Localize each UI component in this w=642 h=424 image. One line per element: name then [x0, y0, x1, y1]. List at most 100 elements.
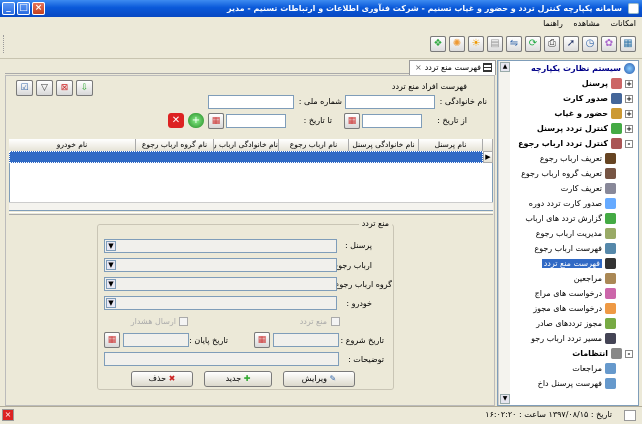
cursor-icon[interactable]: ➚ [563, 36, 579, 52]
tree-item[interactable]: فهرست ارباب رجوع [498, 241, 638, 256]
tree-item[interactable]: مجوز ترددهای صادر [498, 316, 638, 331]
toolbar-grip [3, 35, 6, 53]
window-title: سامانه یکپارچه کنترل تردد و حضور و غیاب … [0, 0, 642, 17]
alert-checkbox[interactable] [179, 317, 188, 326]
expand-icon[interactable]: + [625, 94, 633, 103]
description-input[interactable] [104, 352, 339, 366]
vehicle-combo[interactable]: ▼ [104, 296, 337, 310]
expand-icon[interactable]: + [625, 79, 633, 88]
document-icon[interactable]: ▤ [487, 36, 503, 52]
sun-icon[interactable]: ☀ [468, 36, 484, 52]
menu-tools[interactable]: امکانات [610, 19, 636, 28]
menu-help[interactable]: راهنما [543, 19, 563, 28]
tree-item[interactable]: + کنترل تردد پرسنل [498, 121, 638, 136]
table-row[interactable] [9, 151, 483, 163]
start-date-input[interactable] [273, 333, 339, 347]
tree-item[interactable]: + پرسنل [498, 76, 638, 91]
client-group-combo[interactable]: ▼ [104, 277, 337, 291]
star-icon[interactable]: ✺ [449, 36, 465, 52]
grid-column-header[interactable]: نام خانوادگی پرسنل [349, 139, 419, 151]
tree-item[interactable]: تعریف کارت [498, 181, 638, 196]
select-filter-icon[interactable]: ☑ [16, 80, 33, 96]
row-pointer-icon: ▶ [483, 151, 493, 163]
chevron-down-icon[interactable]: ▼ [106, 279, 116, 289]
node-icon [611, 78, 622, 89]
edit-button[interactable]: ✎ ویرایش [283, 371, 355, 387]
grid-column-header[interactable]: نام ارباب رجوع [279, 139, 349, 151]
tree-item-label: کنترل تردد پرسنل [536, 124, 608, 133]
menu-view[interactable]: مشاهده [573, 19, 599, 28]
search-go-icon[interactable]: + [188, 113, 204, 128]
from-date-input[interactable] [362, 114, 422, 128]
calendar-icon[interactable]: ▦ [620, 36, 636, 52]
tree-item-label: مراجعات [572, 364, 602, 373]
to-date-input[interactable] [226, 114, 286, 128]
grid-column-header[interactable]: نام گروه ارباب رجوع [136, 139, 214, 151]
expand-icon[interactable]: + [625, 109, 633, 118]
tree-item[interactable]: فهرست منع تردد [498, 256, 638, 271]
chevron-down-icon[interactable]: ▼ [106, 241, 116, 251]
grid-column-header[interactable]: نام خودرو [9, 139, 136, 151]
tree-item[interactable]: تعریف ارباب رجوع [498, 151, 638, 166]
tree-item[interactable]: مراجعین [498, 271, 638, 286]
last-name-input[interactable] [345, 95, 435, 109]
filter-icon[interactable]: ▽ [36, 80, 53, 96]
collapse-icon[interactable]: - [625, 139, 633, 148]
clock-icon[interactable]: ◷ [582, 36, 598, 52]
expand-icon[interactable]: + [625, 124, 633, 133]
scroll-up-arrow[interactable]: ▲ [500, 62, 510, 72]
clear-filter-icon[interactable]: ⊠ [56, 80, 73, 96]
tree-scrollbar[interactable]: ▲ ▼ [498, 61, 510, 405]
from-date-calendar-icon[interactable]: ▦ [344, 113, 360, 129]
node-icon [611, 138, 622, 149]
maximize-button[interactable]: □ [17, 2, 30, 15]
grid-horizontal-scrollbar[interactable] [9, 202, 493, 210]
tree-item[interactable]: + حضور و غیاب [498, 106, 638, 121]
tree-item-label: کنترل تردد ارباب رجوع [518, 139, 608, 148]
national-id-input[interactable] [208, 95, 294, 109]
tree-item-label: مدیریت ارباب رجوع [535, 229, 602, 238]
personnel-combo[interactable]: ▼ [104, 239, 337, 253]
new-button[interactable]: ✚ جدید [204, 371, 272, 387]
chevron-down-icon[interactable]: ▼ [106, 260, 116, 270]
grid-column-header[interactable]: نام پرسنل [419, 139, 483, 151]
status-close-icon[interactable]: × [2, 409, 14, 421]
tab-close-icon[interactable]: × [415, 63, 422, 72]
tree-item[interactable]: تعریف گروه ارباب رجوع [498, 166, 638, 181]
ban-checkbox[interactable] [331, 317, 340, 326]
export-icon[interactable]: ⇩ [76, 80, 93, 96]
tree-item[interactable]: گزارش تردد های ارباب [498, 211, 638, 226]
tree-item[interactable]: درخواست های مجوز [498, 301, 638, 316]
tree-item[interactable]: + صدور کارت [498, 91, 638, 106]
start-date-calendar-icon[interactable]: ▦ [254, 332, 270, 348]
tree-item-label: صدور کارت [562, 94, 608, 103]
delete-button[interactable]: ✖ حذف [131, 371, 193, 387]
grid-column-header[interactable]: نام خانوادگی ارباب رجوع [214, 139, 279, 151]
refresh-icon[interactable]: ⟳ [525, 36, 541, 52]
chevron-down-icon[interactable]: ▼ [106, 298, 116, 308]
tree-item[interactable]: صدور کارت تردد دوره [498, 196, 638, 211]
collapse-icon[interactable]: - [625, 349, 633, 358]
tree-item[interactable]: - انتظامات [498, 346, 638, 361]
tree-item[interactable]: فهرست پرسنل داخ [498, 376, 638, 391]
client-combo[interactable]: ▼ [104, 258, 337, 272]
minimize-button[interactable]: _ [2, 2, 15, 15]
gate-icon[interactable]: ⇋ [506, 36, 522, 52]
tree-item[interactable]: مسیر تردد ارباب رجو [498, 331, 638, 346]
end-date-calendar-icon[interactable]: ▦ [104, 332, 120, 348]
close-button[interactable]: × [32, 2, 45, 15]
tree-root[interactable]: سیستم نظارت یکپارچه [498, 61, 638, 76]
tree-item[interactable]: مراجعات [498, 361, 638, 376]
palette-icon[interactable]: ✿ [601, 36, 617, 52]
scroll-down-arrow[interactable]: ▼ [500, 394, 510, 404]
splitter[interactable] [9, 212, 493, 215]
cancel-search-icon[interactable]: ✕ [168, 113, 184, 128]
chat-icon[interactable]: ❖ [430, 36, 446, 52]
tree-item[interactable]: درخواست های مراج [498, 286, 638, 301]
to-date-calendar-icon[interactable]: ▦ [208, 113, 224, 129]
tree-item[interactable]: مدیریت ارباب رجوع [498, 226, 638, 241]
end-date-input[interactable] [123, 333, 189, 347]
tab-ban-list[interactable]: فهرست منع تردد× [409, 60, 496, 75]
printer-icon[interactable]: ⎙ [544, 36, 560, 52]
tree-item[interactable]: - کنترل تردد ارباب رجوع [498, 136, 638, 151]
